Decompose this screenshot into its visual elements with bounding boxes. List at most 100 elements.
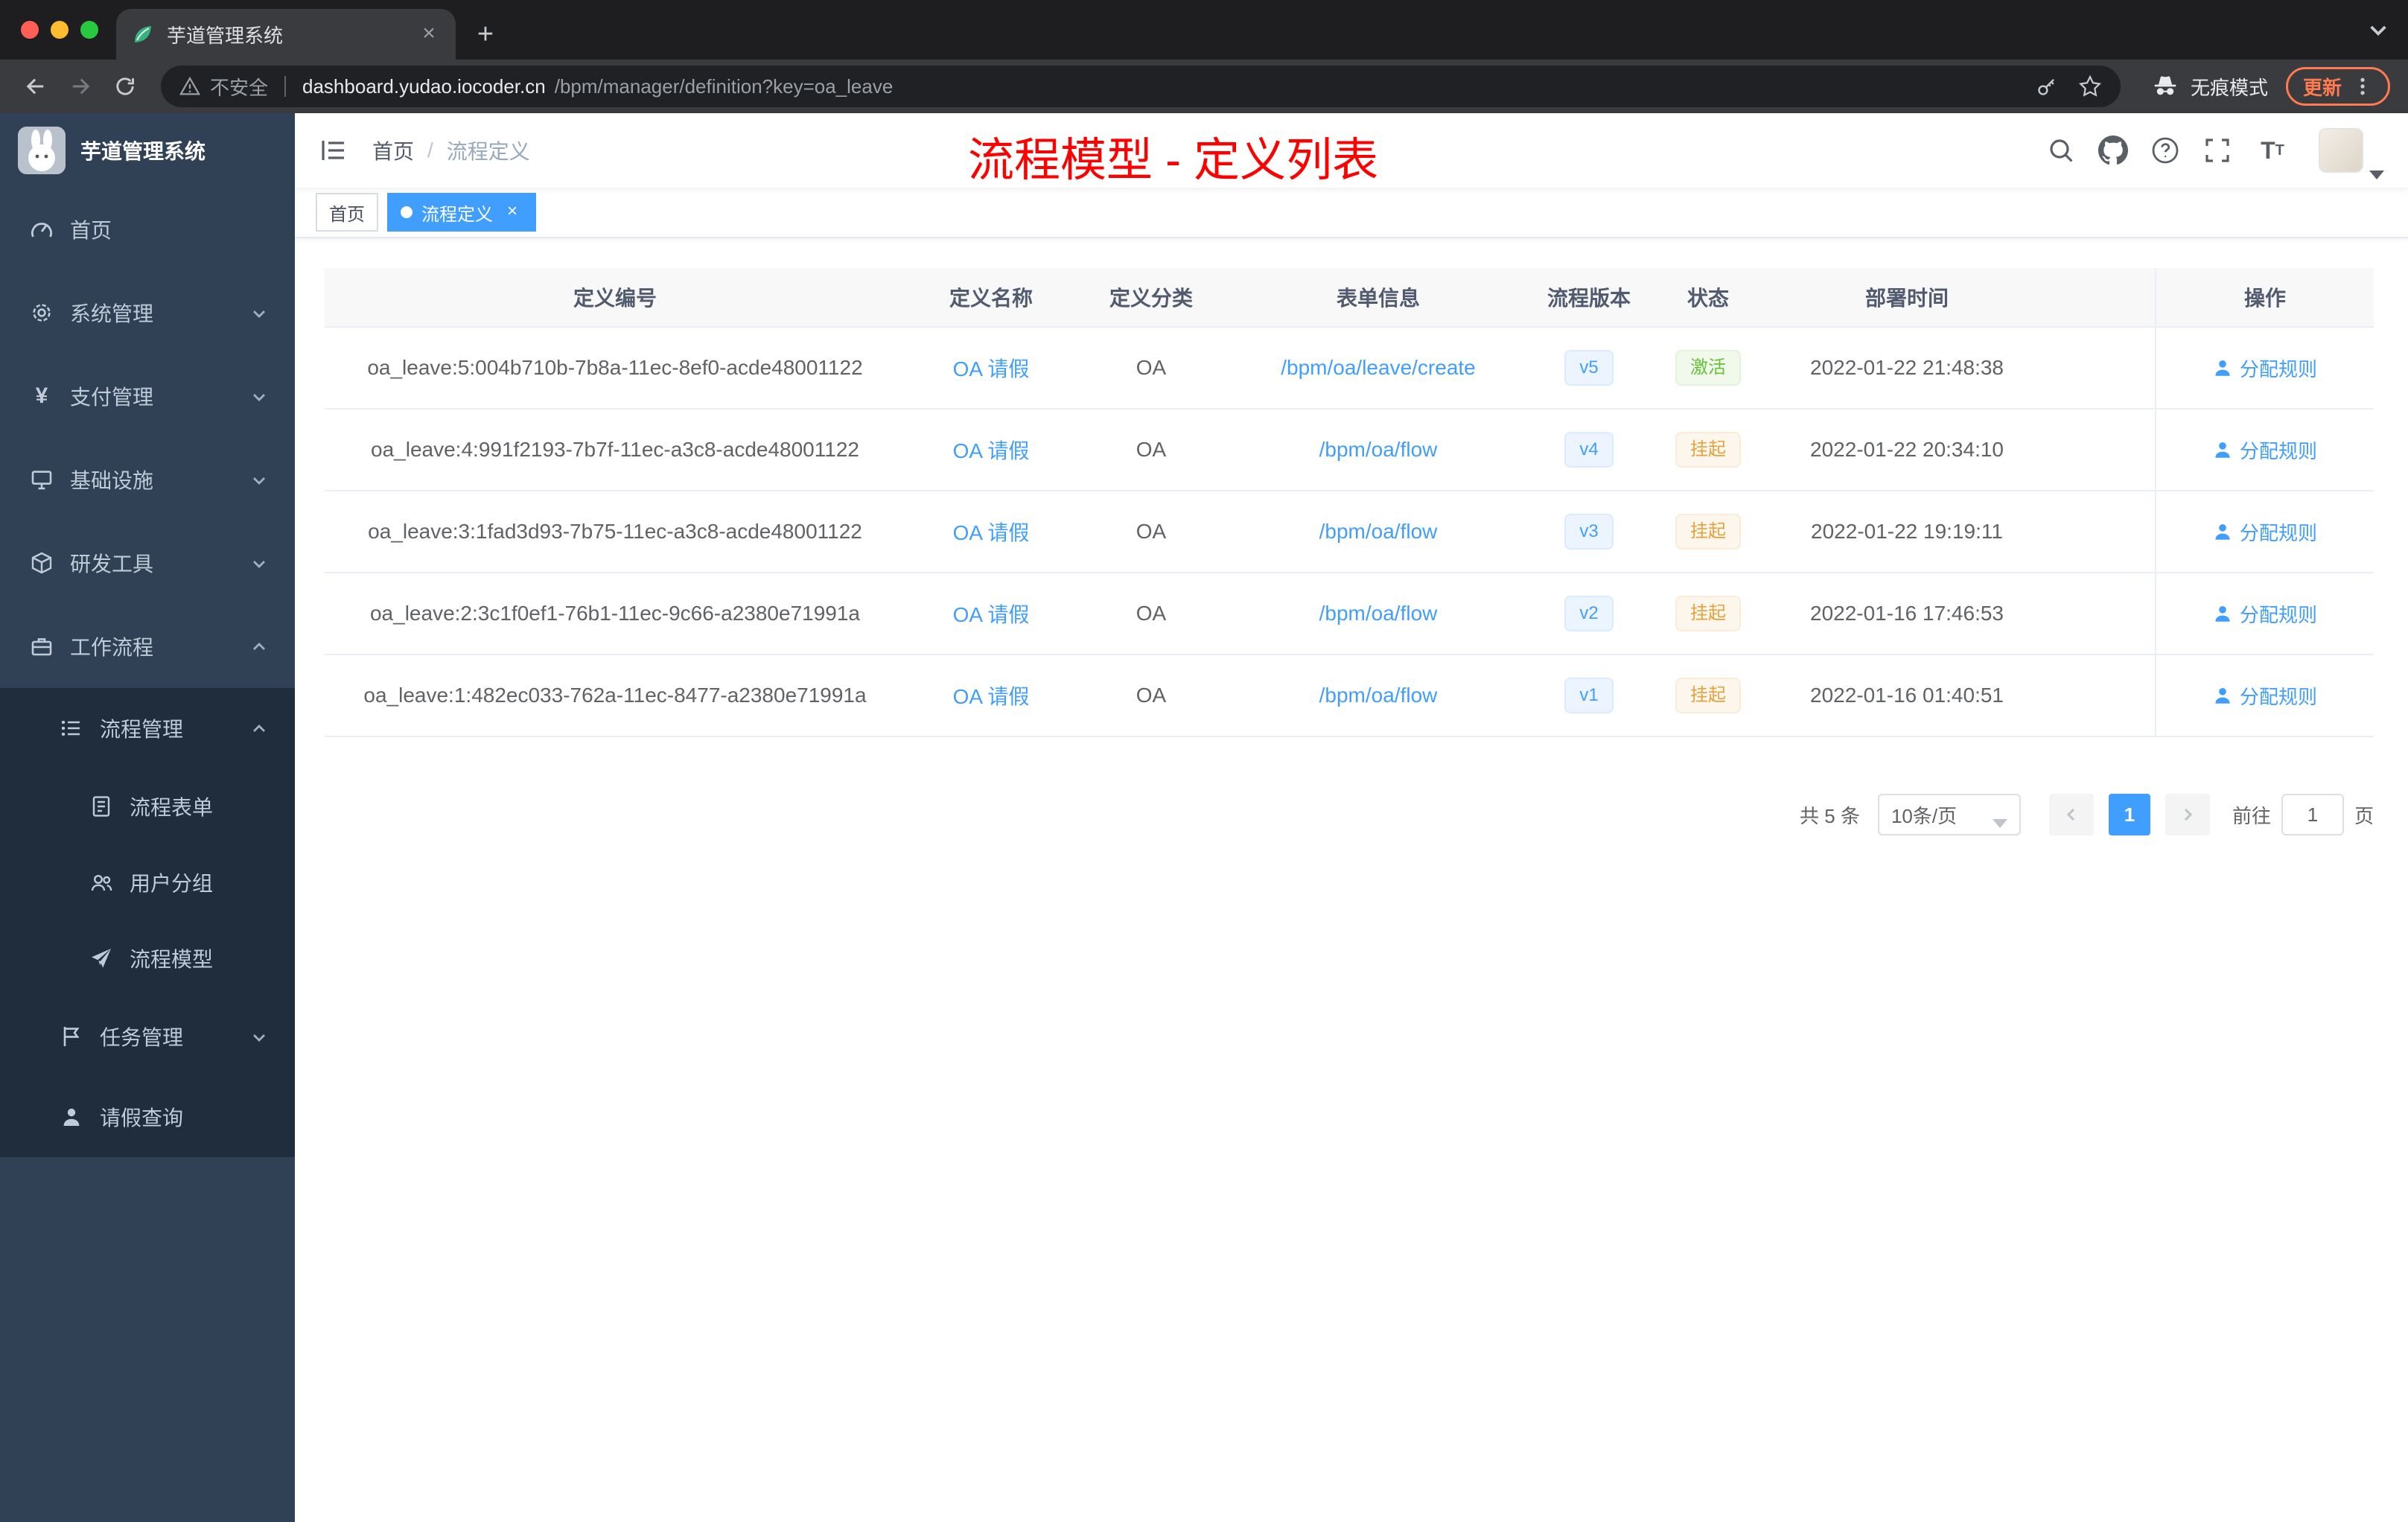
back-button[interactable]	[15, 66, 57, 107]
cell-version: v3	[1531, 491, 1647, 572]
definition-name-link[interactable]: OA 请假	[953, 517, 1030, 547]
definition-name-link[interactable]: OA 请假	[953, 435, 1030, 465]
assign-rule-button[interactable]: 分配规则	[2213, 354, 2317, 382]
assign-rule-button[interactable]: 分配规则	[2213, 436, 2317, 464]
cell-definition-id: oa_leave:1:482ec033-762a-11ec-8477-a2380…	[363, 684, 867, 707]
column-header-name: 定义名称	[949, 287, 1033, 310]
header-spacer	[2045, 268, 2155, 326]
goto-page: 前往 页	[2232, 794, 2374, 835]
definition-name-link[interactable]: OA 请假	[953, 353, 1030, 383]
select-caret-icon	[1992, 810, 2007, 828]
sidebar-item-payment-mgmt[interactable]: ¥ 支付管理	[0, 354, 295, 438]
assign-rule-label: 分配规则	[2239, 357, 2317, 380]
cell-status: 激活	[1647, 328, 1769, 408]
sidebar-item-leave-query[interactable]: 请假查询	[0, 1077, 295, 1157]
chevron-down-icon	[250, 304, 268, 322]
tab-search-chevron-icon[interactable]	[2366, 18, 2390, 42]
sidebar-item-label: 工作流程	[70, 636, 154, 659]
send-icon	[89, 946, 113, 970]
fullscreen-icon[interactable]	[2202, 136, 2232, 165]
person-icon	[2213, 604, 2232, 623]
sidebar-item-workflow[interactable]: 工作流程	[0, 605, 295, 688]
prev-page-button[interactable]	[2048, 794, 2094, 835]
table-row: oa_leave:4:991f2193-7b7f-11ec-a3c8-acde4…	[325, 410, 2374, 491]
infrastructure-icon	[30, 468, 54, 491]
user-avatar[interactable]	[2319, 128, 2384, 179]
address-bar[interactable]: 不安全 dashboard.yudao.iocoder.cn/bpm/manag…	[161, 66, 2121, 107]
row-spacer	[2045, 491, 2155, 572]
cell-version: v5	[1531, 328, 1647, 408]
bookmark-star-icon[interactable]	[2077, 74, 2103, 99]
key-icon[interactable]	[2034, 74, 2060, 99]
definition-name-link[interactable]: OA 请假	[953, 599, 1030, 628]
gear-icon	[30, 301, 54, 325]
zoom-window-button[interactable]	[80, 21, 98, 39]
cell-form: /bpm/oa/leave/create	[1226, 328, 1531, 408]
search-icon[interactable]	[2046, 136, 2076, 165]
goto-page-input[interactable]	[2281, 794, 2344, 835]
font-size-icon[interactable]: TT	[2255, 136, 2290, 165]
sidebar-item-home[interactable]: 首页	[0, 188, 295, 271]
caret-down-icon	[2369, 158, 2384, 179]
page-number-1[interactable]: 1	[2108, 794, 2150, 835]
page-content: 定义编号 定义名称 定义分类 表单信息 流程版本 状态 部署时间 操作 oa_leave:5:…	[295, 238, 2408, 1522]
tag-home[interactable]: 首页	[316, 193, 378, 232]
form-link[interactable]: /bpm/oa/flow	[1319, 684, 1438, 707]
cell-definition-name: OA 请假	[905, 328, 1077, 408]
sidebar-item-user-group[interactable]: 用户分组	[0, 844, 295, 920]
hamburger-icon[interactable]	[319, 136, 348, 165]
new-tab-button[interactable]: +	[465, 13, 506, 55]
tag-process-definition[interactable]: 流程定义 ×	[387, 193, 536, 232]
cell-definition-id: oa_leave:5:004b710b-7b8a-11ec-8ef0-acde4…	[367, 356, 863, 379]
sidebar-item-infrastructure[interactable]: 基础设施	[0, 438, 295, 521]
menu-kebab-icon[interactable]	[2352, 76, 2373, 97]
help-icon[interactable]	[2150, 136, 2180, 165]
sidebar-item-dev-tools[interactable]: 研发工具	[0, 521, 295, 605]
table-body: oa_leave:5:004b710b-7b8a-11ec-8ef0-acde4…	[325, 328, 2374, 737]
cell-deploy-time: 2022-01-22 19:19:11	[1811, 520, 2003, 543]
tag-close-icon[interactable]: ×	[502, 202, 523, 223]
breadcrumb-home[interactable]: 首页	[372, 136, 414, 165]
sidebar-item-process-mgmt[interactable]: 流程管理	[0, 688, 295, 768]
assign-rule-button[interactable]: 分配规则	[2213, 600, 2317, 628]
tab-title: 芋道管理系统	[167, 24, 284, 47]
assign-rule-button[interactable]: 分配规则	[2213, 518, 2317, 546]
definition-name-link[interactable]: OA 请假	[953, 681, 1030, 710]
assign-rule-label: 分配规则	[2239, 521, 2317, 544]
assign-rule-button[interactable]: 分配规则	[2213, 682, 2317, 710]
form-link[interactable]: /bpm/oa/flow	[1319, 602, 1438, 625]
person-icon	[2213, 522, 2232, 541]
tab-close-icon[interactable]: ×	[417, 22, 441, 46]
sidebar-item-process-form[interactable]: 流程表单	[0, 768, 295, 844]
sidebar-item-label: 研发工具	[70, 553, 154, 576]
form-link[interactable]: /bpm/oa/flow	[1319, 520, 1438, 544]
sidebar-item-task-mgmt[interactable]: 任务管理	[0, 996, 295, 1077]
total-count: 共 5 条	[1800, 804, 1860, 827]
status-badge: 激活	[1675, 350, 1741, 386]
github-icon[interactable]	[2098, 136, 2128, 165]
cell-definition-name: OA 请假	[905, 573, 1077, 654]
chevron-up-icon	[250, 637, 268, 655]
column-header-time: 部署时间	[1864, 287, 1949, 310]
status-badge: 挂起	[1675, 514, 1741, 550]
cell-category: OA	[1135, 602, 1167, 625]
update-button[interactable]: 更新	[2285, 67, 2390, 106]
minimize-window-button[interactable]	[51, 21, 69, 39]
logo-avatar	[18, 127, 66, 174]
sidebar-item-label: 流程表单	[130, 796, 214, 819]
close-window-button[interactable]	[21, 21, 39, 39]
next-page-button[interactable]	[2165, 794, 2210, 835]
form-link[interactable]: /bpm/oa/flow	[1319, 438, 1438, 462]
browser-tab[interactable]: 芋道管理系统 ×	[116, 9, 456, 60]
table-header: 定义编号 定义名称 定义分类 表单信息 流程版本 状态 部署时间 操作	[325, 268, 2374, 328]
form-link[interactable]: /bpm/oa/leave/create	[1281, 356, 1476, 380]
sidebar-item-system-mgmt[interactable]: 系统管理	[0, 271, 295, 354]
cell-deploy-time: 2022-01-16 17:46:53	[1810, 602, 2004, 625]
sidebar-item-process-model[interactable]: 流程模型	[0, 920, 295, 996]
reload-button[interactable]	[104, 66, 146, 107]
cell-deploy-time: 2022-01-22 21:48:38	[1810, 356, 2004, 379]
page-size-select[interactable]: 10条/页	[1877, 794, 2021, 835]
cell-version: v2	[1531, 573, 1647, 654]
forward-button[interactable]	[60, 66, 101, 107]
cell-status: 挂起	[1647, 655, 1769, 736]
